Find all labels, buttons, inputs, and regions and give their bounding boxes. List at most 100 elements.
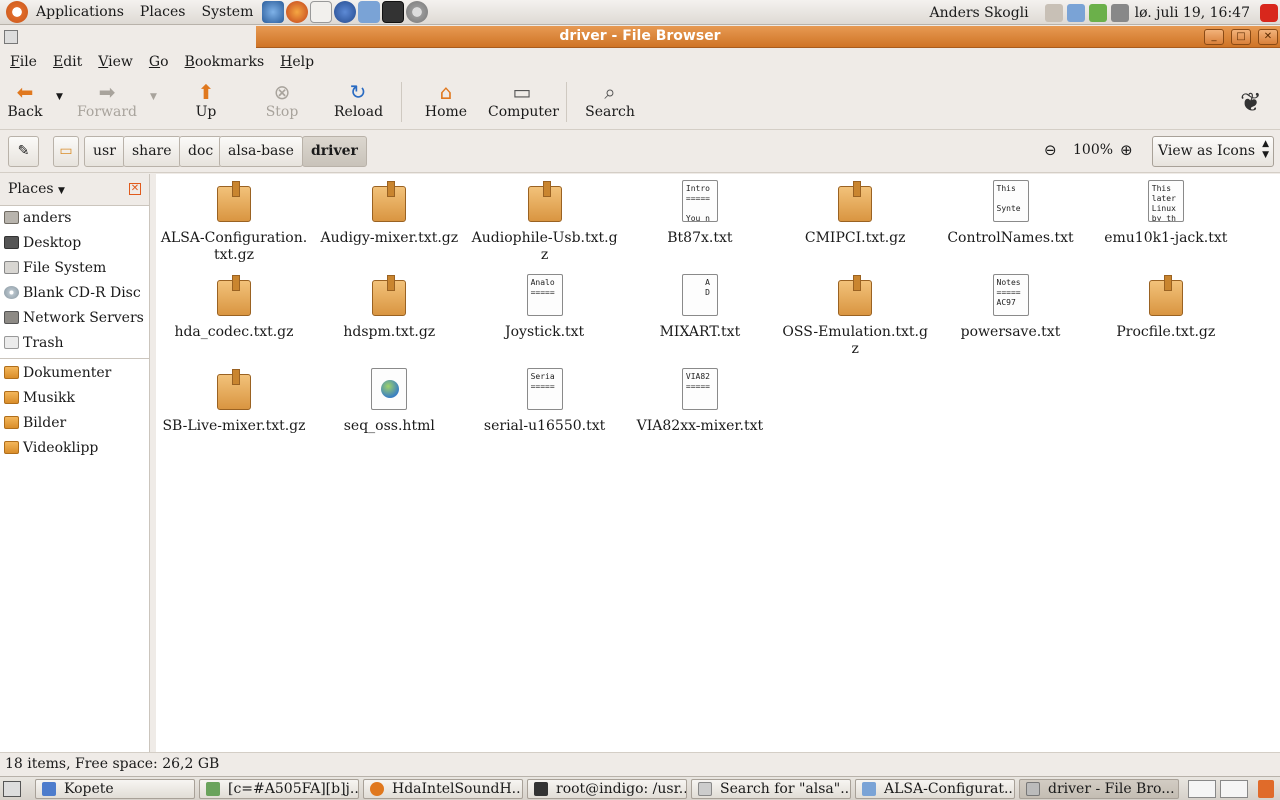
tray-battery-icon[interactable] bbox=[1088, 3, 1107, 22]
forward-button[interactable]: ➡ Forward bbox=[76, 78, 138, 126]
root-crumb[interactable]: ▭ bbox=[53, 136, 79, 167]
file-item[interactable]: Notes ===== AC97 powersave.txt bbox=[936, 274, 1086, 341]
power-icon[interactable] bbox=[1260, 3, 1278, 22]
zoom-out-icon[interactable]: ⊖ bbox=[1044, 141, 1064, 161]
file-item[interactable]: Seria ===== serial-u16550.txt bbox=[470, 368, 620, 435]
file-item[interactable]: This Synte ControlNames.txt bbox=[936, 180, 1086, 247]
workspace-2[interactable] bbox=[1220, 780, 1248, 798]
show-desktop-icon[interactable] bbox=[3, 781, 21, 797]
menu-help[interactable]: Help bbox=[272, 54, 322, 70]
up-button[interactable]: ⬆ Up bbox=[190, 78, 222, 126]
file-item[interactable]: hda_codec.txt.gz bbox=[159, 274, 309, 341]
sidebar-item-network-servers[interactable]: Network Servers bbox=[0, 306, 149, 331]
task-firefox[interactable]: HdaIntelSoundH... bbox=[363, 779, 523, 799]
tray-volume-icon[interactable] bbox=[1110, 3, 1129, 22]
file-icon-view[interactable]: ALSA-Configuration.txt.gz Audigy-mixer.tx… bbox=[156, 174, 1280, 752]
up-arrow-icon: ⬆ bbox=[197, 80, 215, 104]
task-kopete[interactable]: Kopete bbox=[35, 779, 195, 799]
sidebar-item-file-system[interactable]: File System bbox=[0, 256, 149, 281]
file-item[interactable]: CMIPCI.txt.gz bbox=[780, 180, 930, 247]
crumb-usr[interactable]: usr bbox=[84, 136, 125, 167]
sidebar-item-bilder[interactable]: Bilder bbox=[0, 411, 149, 436]
sidebar-item-anders[interactable]: anders bbox=[0, 206, 149, 231]
sidebar-item-desktop[interactable]: Desktop bbox=[0, 231, 149, 256]
minimize-button[interactable]: _ bbox=[1204, 29, 1224, 45]
user-name[interactable]: Anders Skogli bbox=[929, 5, 1028, 21]
file-item[interactable]: This later Linux by th emu10k1-jack.txt bbox=[1091, 180, 1241, 247]
menu-go[interactable]: Go bbox=[141, 54, 177, 70]
text-document-icon: Seria ===== bbox=[526, 368, 563, 410]
file-item[interactable]: ALSA-Configuration.txt.gz bbox=[159, 180, 309, 264]
sidebar-item-musikk[interactable]: Musikk bbox=[0, 386, 149, 411]
task-file-browser[interactable]: driver - File Bro... bbox=[1019, 779, 1179, 799]
sidebar-item-blank-cd[interactable]: Blank CD-R Disc bbox=[0, 281, 149, 306]
crumb-driver[interactable]: driver bbox=[302, 136, 367, 167]
close-button[interactable]: ✕ bbox=[1258, 29, 1278, 45]
window-titlebar[interactable]: driver - File Browser _ □ ✕ bbox=[0, 26, 1280, 48]
browser-launcher-icon[interactable] bbox=[262, 1, 285, 23]
tray-network-icon[interactable] bbox=[1066, 3, 1085, 22]
file-item[interactable]: Analo ===== Joystick.txt bbox=[470, 274, 620, 341]
workspace-1[interactable] bbox=[1188, 780, 1216, 798]
mail-launcher-icon[interactable] bbox=[310, 1, 333, 23]
toggle-location-entry-button[interactable]: ✎ bbox=[8, 136, 39, 167]
forward-history-dropdown[interactable]: ▼ bbox=[150, 92, 157, 102]
trash-applet-icon[interactable] bbox=[1258, 780, 1274, 798]
sidebar-item-trash[interactable]: Trash bbox=[0, 331, 149, 356]
file-item[interactable]: SB-Live-mixer.txt.gz bbox=[159, 368, 309, 435]
view-mode-select[interactable]: View as Icons ▲ ▼ bbox=[1152, 136, 1274, 167]
sidebar-separator bbox=[0, 358, 149, 359]
file-item[interactable]: A D MIXART.txt bbox=[625, 274, 775, 341]
task-chat[interactable]: [c=#A505FA][b]j... bbox=[199, 779, 359, 799]
file-item[interactable]: Audigy-mixer.txt.gz bbox=[314, 180, 464, 247]
sidebar-item-videoklipp[interactable]: Videoklipp bbox=[0, 436, 149, 461]
crumb-share[interactable]: share bbox=[123, 136, 181, 167]
ubuntu-logo-icon[interactable] bbox=[6, 1, 28, 23]
clock[interactable]: lø. juli 19, 16:47 bbox=[1135, 5, 1250, 21]
help-launcher-icon[interactable] bbox=[334, 1, 357, 23]
menu-file[interactable]: File bbox=[2, 54, 45, 70]
computer-button[interactable]: ▭ Computer bbox=[488, 78, 559, 126]
system-menu[interactable]: System bbox=[193, 0, 261, 25]
stop-button[interactable]: ⊗ Stop bbox=[264, 78, 300, 126]
applications-menu[interactable]: Applications bbox=[28, 0, 132, 25]
zoom-in-icon[interactable]: ⊕ bbox=[1120, 141, 1140, 161]
reload-button[interactable]: ↻ Reload bbox=[334, 78, 383, 126]
file-name: seq_oss.html bbox=[343, 418, 435, 434]
menu-edit[interactable]: Edit bbox=[45, 54, 90, 70]
network-launcher-icon[interactable] bbox=[358, 1, 381, 23]
crumb-doc[interactable]: doc bbox=[179, 136, 223, 167]
sidebar-item-dokumenter[interactable]: Dokumenter bbox=[0, 361, 149, 386]
file-item[interactable]: seq_oss.html bbox=[314, 368, 464, 435]
task-search[interactable]: Search for "alsa"... bbox=[691, 779, 851, 799]
menu-bookmarks[interactable]: Bookmarks bbox=[177, 54, 273, 70]
task-alsa-config[interactable]: ALSA-Configurat... bbox=[855, 779, 1015, 799]
menu-view[interactable]: View bbox=[90, 54, 141, 70]
zoom-level[interactable]: 100% bbox=[1073, 142, 1113, 158]
task-terminal[interactable]: root@indigo: /usr... bbox=[527, 779, 687, 799]
back-arrow-icon: ⬅ bbox=[16, 80, 34, 104]
file-item[interactable]: Procfile.txt.gz bbox=[1091, 274, 1241, 341]
firefox-launcher-icon[interactable] bbox=[286, 1, 309, 23]
tray-notification-icon[interactable] bbox=[1044, 3, 1063, 22]
maximize-button[interactable]: □ bbox=[1231, 29, 1251, 45]
search-button[interactable]: ⌕ Search bbox=[584, 78, 636, 126]
back-button[interactable]: ⬅ Back bbox=[4, 78, 46, 126]
terminal-launcher-icon[interactable] bbox=[382, 1, 405, 23]
home-button[interactable]: ⌂ Home bbox=[424, 78, 468, 126]
file-item[interactable]: hdspm.txt.gz bbox=[314, 274, 464, 341]
file-item[interactable]: Audiophile-Usb.txt.gz bbox=[470, 180, 620, 264]
sidebar-places-selector[interactable]: Places ▼ bbox=[8, 181, 65, 197]
back-history-dropdown[interactable]: ▼ bbox=[56, 92, 63, 102]
close-sidebar-icon[interactable]: ✕ bbox=[129, 183, 141, 195]
places-menu[interactable]: Places bbox=[132, 0, 194, 25]
text-document-icon: Notes ===== AC97 bbox=[992, 274, 1029, 316]
file-item[interactable]: VIA82 ===== VIA82xx-mixer.txt bbox=[625, 368, 775, 435]
file-item[interactable]: Intro ===== You n Bt87x.txt bbox=[625, 180, 775, 247]
home-folder-icon: ⌂ bbox=[439, 80, 453, 104]
settings-launcher-icon[interactable] bbox=[406, 1, 429, 23]
cd-icon bbox=[4, 286, 19, 299]
crumb-alsa-base[interactable]: alsa-base bbox=[219, 136, 303, 167]
text-document-icon: This Synte bbox=[992, 180, 1029, 222]
file-item[interactable]: OSS-Emulation.txt.gz bbox=[780, 274, 930, 358]
